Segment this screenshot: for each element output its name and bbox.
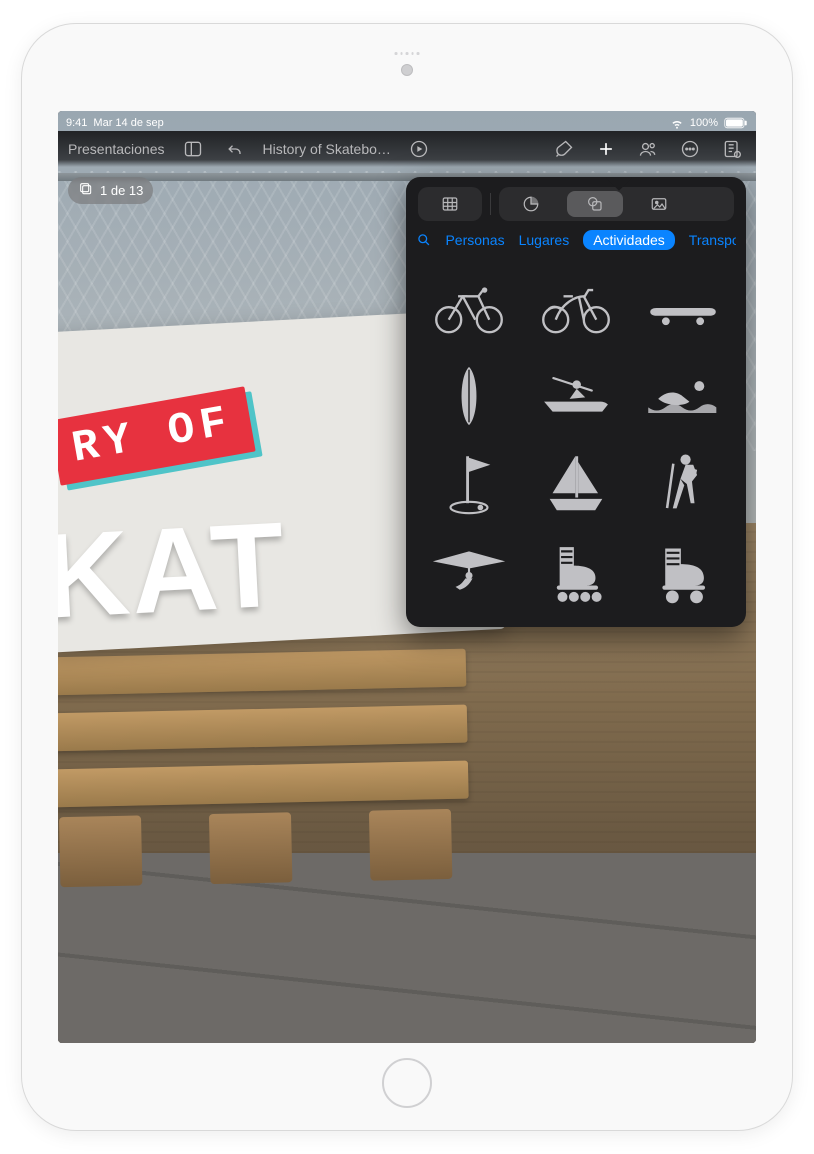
speaker-grille <box>395 52 420 55</box>
home-button[interactable] <box>382 1058 432 1108</box>
wifi-icon <box>670 116 684 130</box>
insert-popover: Personas Lugares Actividades Transporte <box>406 177 746 627</box>
shape-categories[interactable]: Personas Lugares Actividades Transporte <box>406 229 746 261</box>
format-brush-button[interactable] <box>550 135 578 163</box>
collaborate-button[interactable] <box>634 135 662 163</box>
swimmer-icon[interactable] <box>635 359 732 433</box>
bicycle-icon[interactable] <box>420 271 517 345</box>
slide-counter-text: 1 de 13 <box>100 183 143 198</box>
sidebar-toggle-button[interactable] <box>179 135 207 163</box>
segment-shapes[interactable] <box>567 191 623 217</box>
city-bicycle-icon[interactable] <box>527 271 624 345</box>
search-icon[interactable] <box>416 229 431 251</box>
title-small: RY OF <box>58 386 256 485</box>
title-large: KAT <box>58 510 289 631</box>
roller-skate-icon[interactable] <box>635 535 732 609</box>
battery-icon <box>724 117 748 129</box>
skateboard-icon[interactable] <box>635 271 732 345</box>
category-personas[interactable]: Personas <box>445 232 504 248</box>
golf-flag-icon[interactable] <box>420 447 517 521</box>
status-date: Mar 14 de sep <box>93 117 163 129</box>
screen: RY OF KAT 9:41 Mar 14 de sep 100% <box>58 111 756 1043</box>
slides-icon <box>78 181 94 200</box>
status-time: 9:41 <box>66 117 87 129</box>
insert-type-segments <box>406 177 746 229</box>
hang-glider-icon[interactable] <box>420 535 517 609</box>
document-title[interactable]: History of Skatebo… <box>263 141 391 157</box>
ipad-frame: RY OF KAT 9:41 Mar 14 de sep 100% <box>22 24 792 1130</box>
surfboard-icon[interactable] <box>420 359 517 433</box>
shapes-grid <box>406 261 746 627</box>
segment-media[interactable] <box>631 191 687 217</box>
insert-button[interactable] <box>592 135 620 163</box>
segment-charts[interactable] <box>503 191 559 217</box>
back-button[interactable]: Presentaciones <box>68 141 165 157</box>
front-camera <box>401 64 413 76</box>
more-button[interactable] <box>676 135 704 163</box>
undo-button[interactable] <box>221 135 249 163</box>
app-toolbar: Presentaciones History of Skatebo… <box>58 131 756 167</box>
category-actividades[interactable]: Actividades <box>583 230 675 250</box>
presenter-notes-button[interactable] <box>718 135 746 163</box>
segment-tables[interactable] <box>422 191 478 217</box>
roller-blade-icon[interactable] <box>527 535 624 609</box>
slide-counter[interactable]: 1 de 13 <box>68 177 153 204</box>
play-button[interactable] <box>405 135 433 163</box>
category-transporte[interactable]: Transporte <box>689 232 736 248</box>
hiker-icon[interactable] <box>635 447 732 521</box>
category-lugares[interactable]: Lugares <box>519 232 570 248</box>
rowing-icon[interactable] <box>527 359 624 433</box>
status-battery-text: 100% <box>690 117 718 129</box>
sailboat-icon[interactable] <box>527 447 624 521</box>
